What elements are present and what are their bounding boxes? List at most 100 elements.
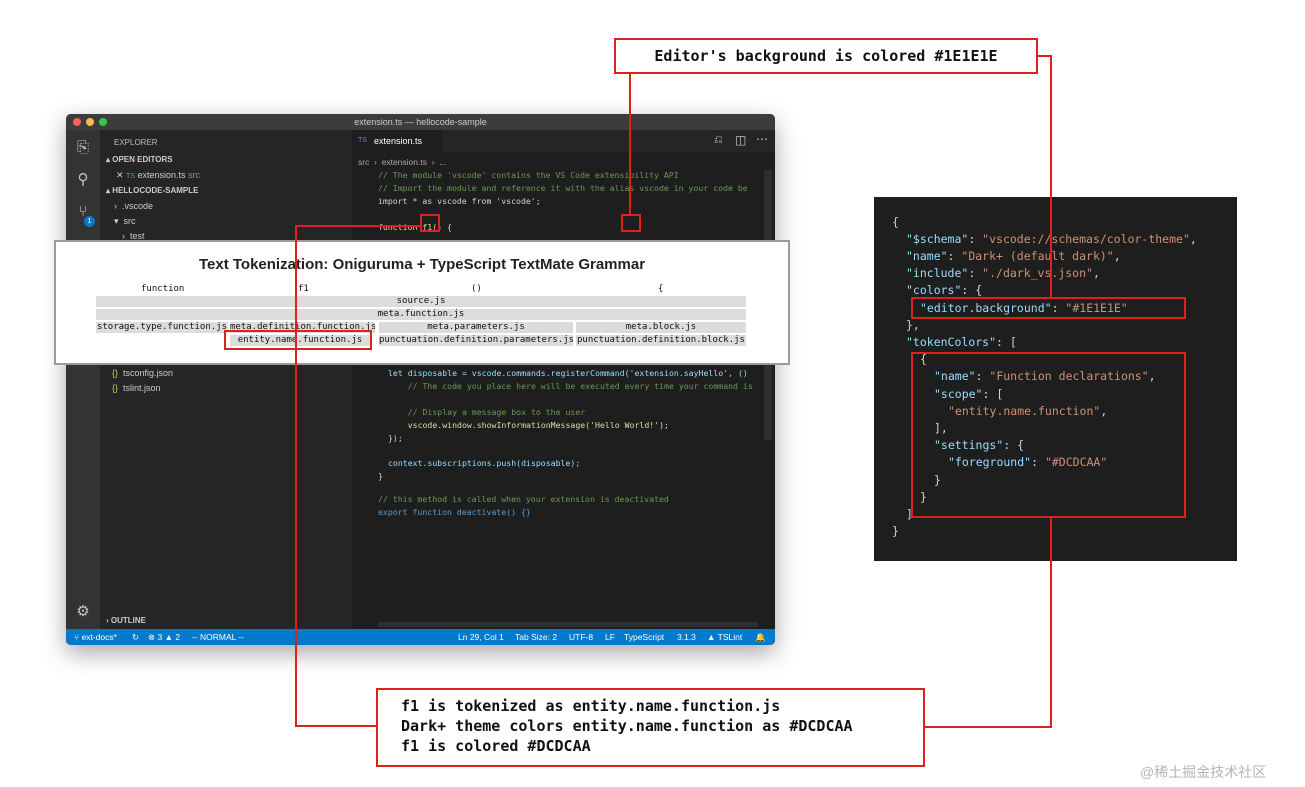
close-window-button[interactable] xyxy=(73,118,81,126)
source-control-badge: 1 xyxy=(84,216,95,227)
json-token-colors-line: "tokenColors": [ xyxy=(906,335,1017,349)
connector-f1-v xyxy=(295,225,297,727)
folder-src-label: src xyxy=(123,216,136,226)
folder-vscode[interactable]: › .vscode xyxy=(114,201,153,211)
problems-indicator[interactable]: ⊗ 3 ▲ 2 xyxy=(148,629,180,645)
linter-label: TSLint xyxy=(717,632,743,642)
ts-version[interactable]: 3.1.3 xyxy=(677,629,696,645)
open-changes-icon[interactable]: ⎌ xyxy=(714,134,723,147)
vim-mode: -- NORMAL -- xyxy=(192,632,245,642)
encoding[interactable]: UTF-8 xyxy=(569,629,593,645)
json-colors-line: "colors": { xyxy=(906,283,983,297)
connector-f1-h xyxy=(295,225,420,227)
search-icon[interactable]: ⚲ xyxy=(75,172,91,188)
code-line-close: }); xyxy=(388,433,403,443)
token-f1: f1 xyxy=(298,284,309,294)
explorer-title: EXPLORER xyxy=(114,138,158,147)
open-file-name: extension.ts xyxy=(137,170,186,180)
split-editor-icon[interactable]: ◫ xyxy=(735,133,746,147)
json-name-key: "name" xyxy=(906,249,948,263)
sync-icon[interactable]: ↻ xyxy=(132,629,139,645)
settings-gear-icon[interactable]: ⚙ xyxy=(75,604,91,620)
file-tsconfig[interactable]: {} tsconfig.json xyxy=(112,368,173,378)
f1-highlight-box xyxy=(420,214,440,232)
connector-top-to-editor xyxy=(629,74,631,214)
scope-punct-parameters: punctuation.definition.parameters.js xyxy=(379,335,573,346)
project-label: HELLOCODE-SAMPLE xyxy=(112,186,199,195)
connector-json-v xyxy=(1050,518,1052,728)
code-line-push: context.subscriptions.push(disposable); xyxy=(388,458,581,468)
code-line-deactivate-comment: // this method is called when your exten… xyxy=(378,494,669,504)
activity-bar: ⎘ ⚲ ⑂ 1 ⚙ xyxy=(66,130,100,629)
notification-bell-icon[interactable]: 🔔 xyxy=(755,629,766,645)
language-mode[interactable]: TypeScript xyxy=(624,629,664,645)
branch-label: ext-docs* xyxy=(81,632,117,642)
token-function: function xyxy=(141,284,185,294)
json-include-line: "include": "./dark_vs.json", xyxy=(906,266,1100,280)
scope-source-js: source.js xyxy=(96,296,746,307)
maximize-window-button[interactable] xyxy=(99,118,107,126)
status-bar: ⑂ ext-docs* ↻ ⊗ 3 ▲ 2 -- NORMAL -- Ln 29… xyxy=(66,629,775,645)
top-callout: Editor's background is colored #1E1E1E xyxy=(614,38,1038,74)
tslint-status[interactable]: ▲ TSLint xyxy=(707,629,742,645)
tab-bar: TS extension.ts ⎌ ◫ ⋯ xyxy=(352,130,775,152)
editor-background-json-box xyxy=(911,297,1186,319)
more-actions-icon[interactable]: ⋯ xyxy=(756,132,768,146)
line-ending[interactable]: LF xyxy=(605,629,615,645)
open-editor-item[interactable]: ✕ TS extension.ts src xyxy=(116,170,200,181)
tab-size[interactable]: Tab Size: 2 xyxy=(515,629,557,645)
json-colors-close: }, xyxy=(906,318,920,332)
scope-meta-block: meta.block.js xyxy=(576,322,746,333)
file-tsconfig-label: tsconfig.json xyxy=(123,368,174,378)
code-line-function: function f1() { xyxy=(378,222,452,232)
tokenization-panel: Text Tokenization: Oniguruma + TypeScrip… xyxy=(54,240,790,365)
editor-area: TS extension.ts ⎌ ◫ ⋯ src › extension.ts… xyxy=(352,130,775,629)
json-include-val: "./dark_vs.json" xyxy=(982,266,1093,280)
files-icon[interactable]: ⎘ xyxy=(75,140,91,156)
warning-count: 2 xyxy=(175,632,181,642)
json-name-val: "Dark+ (default dark)" xyxy=(961,249,1114,263)
outline-header[interactable]: › OUTLINE xyxy=(106,616,146,625)
json-schema-val: "vscode://schemas/color-theme" xyxy=(982,232,1190,246)
vscode-window: extension.ts — hellocode-sample ⎘ ⚲ ⑂ 1 … xyxy=(66,114,775,645)
window-titlebar: extension.ts — hellocode-sample xyxy=(66,114,775,130)
breadcrumb[interactable]: src › extension.ts › ... xyxy=(358,157,446,167)
bottom-callout: f1 is tokenized as entity.name.function.… xyxy=(376,688,925,767)
code-line-1: // The module 'vscode' contains the VS C… xyxy=(378,170,679,180)
outline-label: OUTLINE xyxy=(110,616,146,625)
entity-name-highlight-box xyxy=(224,330,372,350)
json-colors-key: "colors" xyxy=(906,283,962,297)
explorer-sidebar: EXPLORER ▴ OPEN EDITORS ✕ TS extension.t… xyxy=(100,130,352,629)
json-open-brace: { xyxy=(892,215,899,229)
project-header[interactable]: ▴ HELLOCODE-SAMPLE xyxy=(106,186,198,195)
horizontal-scrollbar[interactable] xyxy=(378,622,758,627)
tab-label: extension.ts xyxy=(374,136,423,146)
token-brace: { xyxy=(658,284,664,294)
json-include-key: "include" xyxy=(906,266,969,280)
file-tslint[interactable]: {} tslint.json xyxy=(112,383,161,393)
tab-extension-ts[interactable]: TS extension.ts xyxy=(352,130,442,152)
connector-top-right-v xyxy=(1050,55,1052,299)
file-tslint-label: tslint.json xyxy=(123,383,161,393)
code-line-show-message: vscode.window.showInformationMessage('He… xyxy=(388,420,669,430)
folder-src[interactable]: ▾ src xyxy=(114,216,136,227)
json-close-brace: } xyxy=(892,524,899,538)
bottom-callout-line-2: Dark+ theme colors entity.name.function … xyxy=(401,717,853,735)
cursor-position[interactable]: Ln 29, Col 1 xyxy=(458,629,504,645)
code-line-3: import * as vscode from 'vscode'; xyxy=(378,196,541,206)
code-line-display-comment: // Display a message box to the user xyxy=(388,407,586,417)
minimize-window-button[interactable] xyxy=(86,118,94,126)
error-count: 3 xyxy=(157,632,163,642)
editor-bg-highlight-box xyxy=(621,214,641,232)
scope-punct-block: punctuation.definition.block.js xyxy=(576,335,746,346)
git-branch[interactable]: ⑂ ext-docs* xyxy=(74,629,117,645)
typescript-file-icon: TS xyxy=(358,137,367,144)
scope-storage-type: storage.type.function.js xyxy=(96,322,228,333)
open-editors-header[interactable]: ▴ OPEN EDITORS xyxy=(106,155,173,164)
tokenization-title: Text Tokenization: Oniguruma + TypeScrip… xyxy=(198,256,646,273)
json-token-colors-key: "tokenColors" xyxy=(906,335,997,349)
json-schema-key: "$schema" xyxy=(906,232,969,246)
scope-meta-parameters: meta.parameters.js xyxy=(379,322,573,333)
json-name-line: "name": "Dark+ (default dark)", xyxy=(906,249,1121,263)
code-line-2: // Import the module and reference it wi… xyxy=(378,183,748,193)
